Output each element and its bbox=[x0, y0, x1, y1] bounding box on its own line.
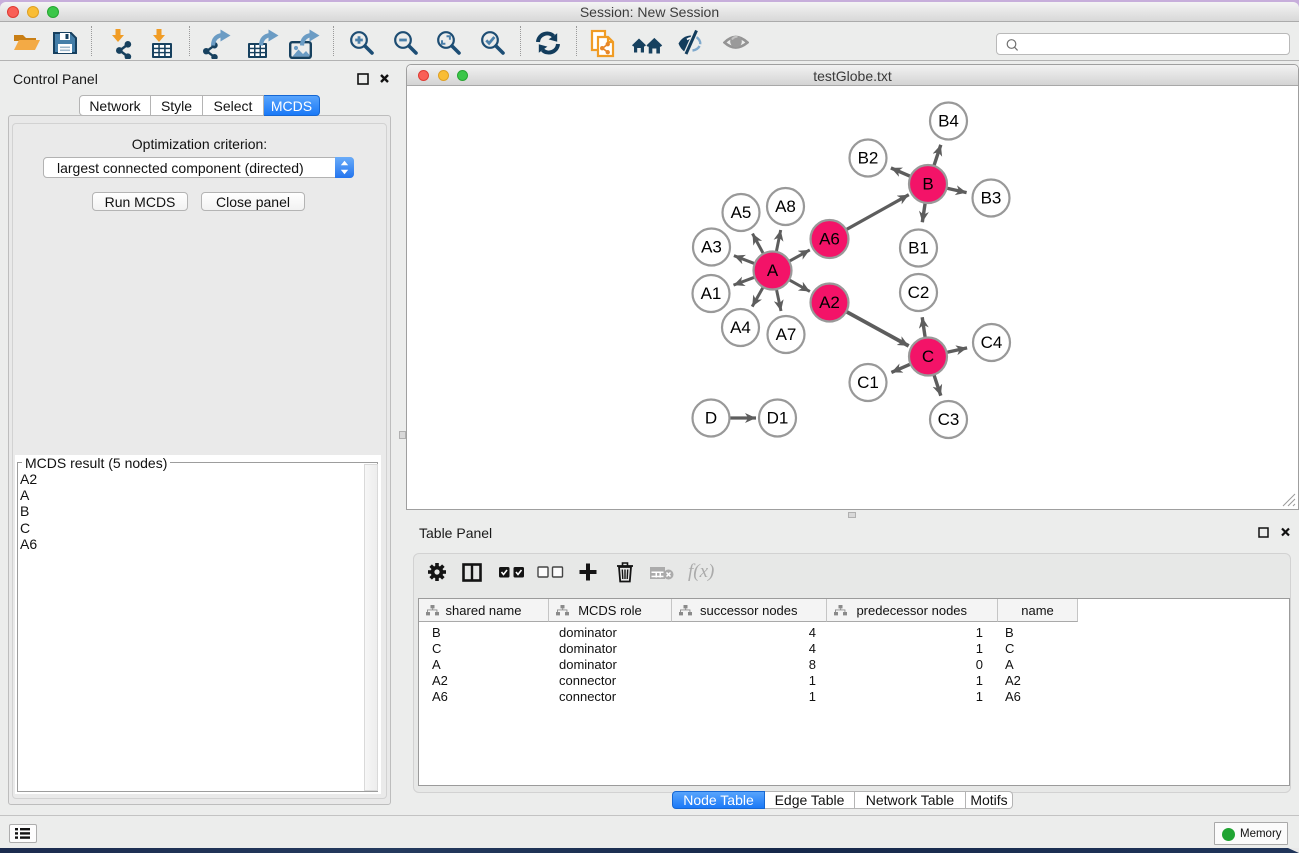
svg-text:A1: A1 bbox=[701, 284, 722, 303]
svg-text:A4: A4 bbox=[730, 318, 751, 337]
svg-text:B3: B3 bbox=[981, 189, 1002, 208]
svg-text:C: C bbox=[922, 347, 934, 366]
svg-text:A: A bbox=[767, 261, 779, 280]
svg-text:D1: D1 bbox=[767, 409, 789, 428]
svg-text:A2: A2 bbox=[819, 293, 840, 312]
svg-text:B4: B4 bbox=[938, 112, 959, 131]
svg-text:C4: C4 bbox=[981, 333, 1003, 352]
svg-text:A6: A6 bbox=[819, 230, 840, 249]
svg-text:A8: A8 bbox=[775, 197, 796, 216]
svg-text:B: B bbox=[922, 175, 933, 194]
svg-text:A3: A3 bbox=[701, 238, 722, 257]
svg-text:C3: C3 bbox=[938, 410, 960, 429]
svg-text:C2: C2 bbox=[908, 283, 930, 302]
svg-text:A7: A7 bbox=[776, 325, 797, 344]
svg-text:D: D bbox=[705, 409, 717, 428]
svg-text:A5: A5 bbox=[731, 203, 752, 222]
svg-text:B1: B1 bbox=[908, 239, 929, 258]
svg-text:B2: B2 bbox=[858, 149, 879, 168]
svg-text:C1: C1 bbox=[857, 373, 879, 392]
